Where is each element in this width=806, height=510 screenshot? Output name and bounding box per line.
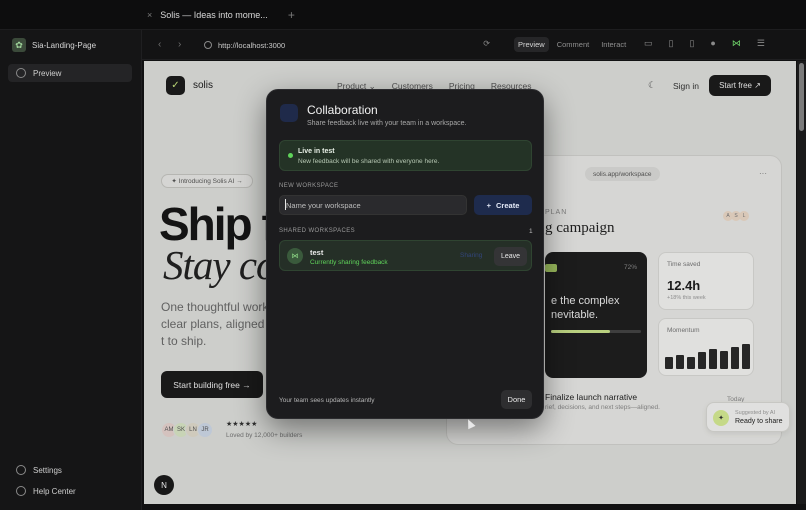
done-button[interactable]: Done [501, 390, 532, 409]
workspace-link-icon: ⋈ [287, 248, 303, 264]
mobile-icon[interactable]: ▯ [689, 38, 694, 49]
github-icon[interactable]: ● [710, 38, 715, 49]
desktop-icon[interactable]: ▭ [644, 38, 653, 49]
new-workspace-label: NEW WORKSPACE [279, 183, 339, 189]
sidebar-item-label: Preview [33, 68, 62, 78]
project-switcher[interactable]: ✿ Sia-Landing-Page [12, 38, 96, 52]
url-text: http://localhost:3000 [218, 40, 286, 50]
live-status-banner: Live in test New feedback will be shared… [279, 140, 532, 171]
dialog-title: Collaboration [307, 103, 378, 117]
title-bar: × Solis — Ideas into mome... + [0, 0, 806, 30]
live-dot-icon [288, 153, 293, 158]
toolbar-icons: ▭ ▯ ▯ ● ⋈ ☰ [644, 38, 765, 49]
reload-icon[interactable]: ⟳ [483, 39, 490, 48]
preview-icon [16, 68, 26, 78]
workspace-row[interactable]: ⋈ test Currently sharing feedback Sharin… [279, 240, 532, 271]
mode-switcher: Preview Comment Interact [514, 37, 630, 52]
dialog-subtitle: Share feedback live with your team in a … [307, 120, 467, 127]
collaboration-dialog: Collaboration Share feedback live with y… [266, 89, 544, 419]
mode-interact[interactable]: Interact [597, 37, 630, 52]
gear-icon [16, 465, 26, 475]
sharing-indicator: Sharing [460, 252, 483, 259]
project-logo-icon: ✿ [12, 38, 26, 52]
collaboration-icon[interactable]: ⋈ [732, 38, 741, 49]
sidebar-item-preview[interactable]: Preview [8, 64, 132, 82]
mode-preview[interactable]: Preview [514, 37, 549, 52]
tablet-icon[interactable]: ▯ [669, 38, 674, 49]
text-caret [285, 199, 286, 210]
back-button[interactable]: ‹ [158, 39, 161, 50]
tab-title: Solis — Ideas into mome... [160, 10, 268, 20]
workspace-status: Currently sharing feedback [310, 259, 388, 266]
sidebar-item-help-center[interactable]: Help Center [8, 482, 132, 500]
scrollbar-thumb[interactable] [799, 63, 804, 131]
browser-tab[interactable]: × Solis — Ideas into mome... + [147, 6, 295, 24]
collaboration-icon [280, 104, 298, 122]
project-name: Sia-Landing-Page [32, 40, 97, 50]
layout-icon[interactable]: ☰ [757, 38, 765, 49]
leave-button[interactable]: Leave [494, 247, 527, 266]
help-icon [16, 486, 26, 496]
shared-count: 1 [529, 228, 533, 235]
live-desc: New feedback will be shared with everyon… [298, 158, 440, 165]
workspace-name: test [310, 248, 324, 257]
sidebar: ✿ Sia-Landing-Page Preview Settings Help… [0, 30, 142, 510]
scrollbar[interactable] [797, 61, 806, 504]
address-bar[interactable]: http://localhost:3000 ⟳ [204, 36, 490, 54]
shared-workspaces-label: SHARED WORKSPACES [279, 228, 356, 234]
sidebar-item-settings[interactable]: Settings [8, 461, 132, 479]
create-button[interactable]: + Create [474, 195, 532, 215]
globe-icon [204, 41, 212, 49]
forward-button[interactable]: › [178, 39, 181, 50]
sidebar-item-label: Help Center [33, 486, 76, 496]
app-window: × Solis — Ideas into mome... + ✿ Sia-Lan… [0, 0, 806, 510]
sidebar-item-label: Settings [33, 465, 62, 475]
mode-comment[interactable]: Comment [553, 37, 594, 52]
plus-icon: + [486, 200, 492, 210]
close-tab-icon[interactable]: × [147, 10, 152, 20]
workspace-name-input[interactable] [279, 195, 467, 215]
create-label: Create [496, 200, 520, 210]
browser-toolbar: ‹ › http://localhost:3000 ⟳ Preview Comm… [142, 30, 806, 60]
dialog-footer-text: Your team sees updates instantly [279, 397, 375, 404]
live-title: Live in test [298, 148, 335, 155]
new-tab-icon[interactable]: + [288, 8, 295, 22]
